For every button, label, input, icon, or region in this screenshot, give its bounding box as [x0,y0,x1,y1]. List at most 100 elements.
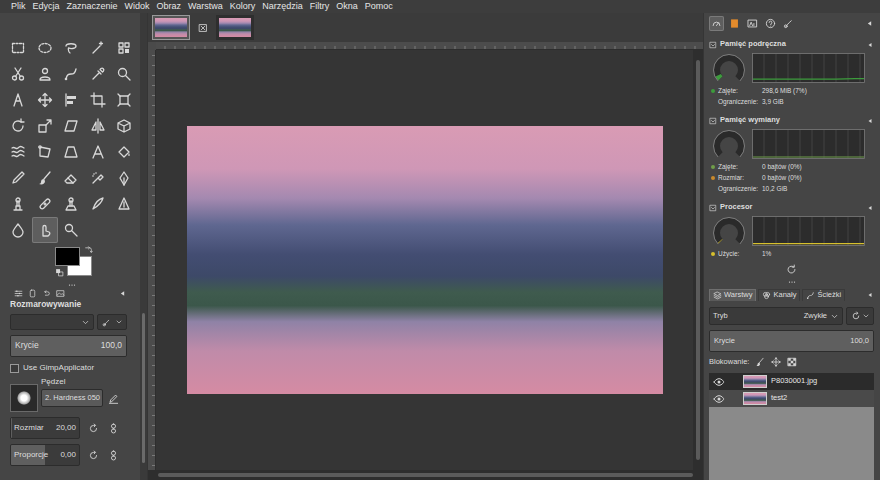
tool-button[interactable] [5,165,32,191]
tool-button[interactable] [85,139,112,165]
tool-button[interactable] [58,61,85,87]
tool-button[interactable] [111,35,138,61]
image-tab[interactable] [216,15,254,40]
menu-item[interactable]: Filtry [310,1,330,11]
photo[interactable] [187,126,663,394]
undo-icon[interactable] [42,289,51,298]
dock-tab[interactable] [763,16,778,31]
tool-button[interactable] [111,191,138,217]
tool-button[interactable] [58,35,85,61]
tool-button[interactable] [5,139,32,165]
tool-button[interactable] [58,165,85,191]
tool-button[interactable] [85,35,112,61]
reset-icon[interactable] [88,423,99,434]
dock-tab[interactable]: Ścieżki [802,289,845,301]
tool-button[interactable] [111,113,138,139]
tool-button[interactable] [58,217,85,243]
tool-button[interactable] [5,35,32,61]
vertical-scrollbar[interactable] [693,50,703,470]
tool-button[interactable] [32,113,59,139]
lock-position-icon[interactable] [771,357,781,367]
menu-item[interactable]: Widok [125,1,150,11]
lock-pixels-icon[interactable] [755,357,765,367]
tool-button[interactable] [32,139,59,165]
visibility-toggle[interactable] [713,393,725,405]
tool-button[interactable] [85,61,112,87]
dock-tab[interactable] [709,16,724,31]
tool-button[interactable] [5,191,32,217]
config-icon[interactable] [866,117,874,125]
tool-button[interactable] [111,61,138,87]
tool-button[interactable] [5,61,32,87]
tool-button[interactable] [111,139,138,165]
tool-button[interactable] [5,113,32,139]
composite-button[interactable] [846,307,874,325]
dock-tab[interactable]: Kanały [758,289,800,301]
dock-tab[interactable]: Warstwy [709,289,756,301]
section-toggle-icon[interactable] [709,117,717,125]
reset-icon[interactable] [88,450,99,461]
menu-item[interactable]: Plik [11,1,26,11]
menu-item[interactable]: Pomoc [365,1,393,11]
tool-button[interactable] [85,165,112,191]
config-icon[interactable] [118,289,127,298]
menu-item[interactable]: Obraz [157,1,182,11]
chain-icon[interactable] [108,423,119,434]
section-toggle-icon[interactable] [709,41,717,49]
config-icon[interactable] [866,41,874,49]
layer-row[interactable]: test2 [709,390,874,407]
tool-button[interactable] [5,87,32,113]
refresh-icon[interactable] [786,262,797,276]
preset-dropdown[interactable] [10,314,94,330]
tool-button[interactable] [32,87,59,113]
grip-icon[interactable] [67,281,77,288]
horizontal-scrollbar[interactable] [148,470,703,480]
default-colors-icon[interactable] [55,268,64,277]
canvas[interactable] [156,50,693,470]
menu-item[interactable]: Edycja [33,1,60,11]
opacity-slider[interactable]: Krycie100,0 [10,335,127,357]
tool-button[interactable] [85,113,112,139]
menu-item[interactable]: Narzędzia [262,1,303,11]
tool-button[interactable] [85,87,112,113]
tool-button[interactable] [58,191,85,217]
tool-button[interactable] [32,165,59,191]
visibility-toggle[interactable] [713,376,725,388]
tool-options-icon[interactable] [14,289,23,298]
grip-icon[interactable] [787,278,797,285]
lock-alpha-icon[interactable] [787,357,797,367]
chain-icon[interactable] [108,450,119,461]
dock-tab[interactable] [727,16,742,31]
image-tab[interactable] [152,15,190,40]
menu-item[interactable]: Kolory [230,1,256,11]
images-icon[interactable] [56,289,65,298]
tool-button[interactable] [111,165,138,191]
menu-item[interactable]: Okna [336,1,358,11]
tool-button[interactable] [32,61,59,87]
brush-preview[interactable] [10,384,38,412]
applicator-checkbox[interactable] [10,364,19,373]
tool-button[interactable] [85,191,112,217]
tool-button[interactable] [32,217,59,243]
device-icon[interactable] [28,289,37,298]
config-icon[interactable] [866,204,874,212]
close-icon[interactable] [198,23,208,33]
dock-tab[interactable] [745,16,760,31]
edit-icon[interactable] [108,393,119,404]
config-icon[interactable] [865,19,874,28]
tool-button[interactable] [32,35,59,61]
aspect-slider[interactable]: Proporcje0,00 [10,444,80,466]
layer-opacity-slider[interactable]: Krycie100,0 [709,330,874,352]
layer-row[interactable]: P8030001.jpg [709,373,874,390]
tool-button[interactable] [32,191,59,217]
tool-button[interactable] [58,113,85,139]
tool-button[interactable] [58,139,85,165]
mode-dropdown[interactable]: TrybZwykłe [709,307,843,325]
tool-button[interactable] [5,217,32,243]
size-slider[interactable]: Rozmiar20,00 [10,417,80,439]
foreground-color[interactable] [55,247,80,266]
toolbox-scrollbar[interactable] [140,13,147,480]
tool-button[interactable] [111,87,138,113]
dock-tab[interactable] [781,16,796,31]
tool-button[interactable] [58,87,85,113]
